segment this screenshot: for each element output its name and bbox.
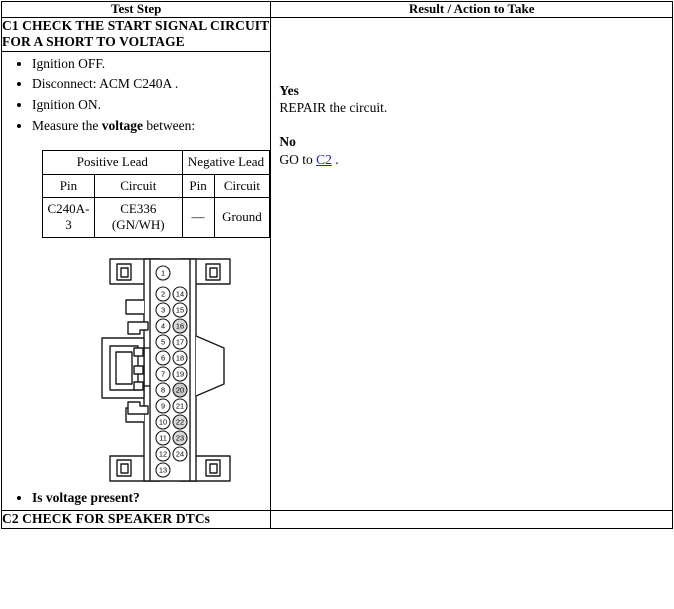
result-yes-label: Yes — [279, 82, 299, 98]
step-c1-question: Is voltage present? — [32, 490, 270, 507]
step-c1-title-row: C1 CHECK THE START SIGNAL CIRCUIT FOR A … — [0, 16, 673, 512]
column-header-result-action: Result / Action to Take — [270, 1, 673, 18]
step-c1-question-list: Is voltage present? — [2, 490, 270, 507]
pin-label-20: 20 — [176, 385, 184, 394]
result-no-text: GO to C2 . — [279, 151, 672, 169]
connector-right-wedge — [195, 334, 225, 397]
list-item: Measure the voltage between: — [32, 116, 270, 136]
pin-label-2: 2 — [161, 289, 165, 298]
pin-label-23: 23 — [176, 433, 184, 442]
step-c1-title: C1 CHECK THE START SIGNAL CIRCUIT FOR A … — [0, 16, 272, 52]
connector-illustration-container: 1 2 3 4 5 6 7 8 9 10 11 12 13 14 15 16 1… — [2, 238, 270, 484]
step-c2-title: C2 CHECK FOR SPEAKER DTCs — [0, 510, 272, 529]
connector-left-key-notch — [125, 298, 144, 315]
pin-label-15: 15 — [176, 305, 184, 314]
pin-label-18: 18 — [176, 353, 184, 362]
pin-label-11: 11 — [159, 433, 167, 442]
step-c2-result-cell — [270, 510, 673, 529]
pin-label-10: 10 — [159, 417, 167, 426]
result-no-label: No — [279, 134, 296, 150]
pin-table-container: Positive Lead Negative Lead Pin Circuit … — [2, 136, 271, 238]
pin-label-7: 7 — [161, 369, 165, 378]
pin-label-12: 12 — [159, 449, 167, 458]
pin-label-19: 19 — [176, 369, 184, 378]
connector-latch-core — [115, 350, 133, 385]
connector-bottom-right-slot-inner — [209, 462, 218, 474]
pin-table-group-positive: Positive Lead — [42, 150, 183, 175]
pin-table-col-pin-2: Pin — [181, 173, 215, 199]
pin-label-17: 17 — [176, 337, 184, 346]
pin-label-24: 24 — [176, 449, 184, 458]
diagnostic-table: Test Step Result / Action to Take C1 CHE… — [0, 1, 673, 529]
result-yes-text: REPAIR the circuit. — [279, 100, 388, 116]
result-spacer — [279, 117, 672, 133]
pin-label-21: 21 — [176, 401, 184, 410]
circuit-name: CE336 — [120, 201, 157, 217]
service-procedure-page: Test Step Result / Action to Take C1 CHE… — [0, 1, 674, 609]
pin-table-value-circuit-1: CE336 (GN/WH) — [93, 197, 183, 238]
pin-table-value-circuit-2: Ground — [213, 197, 271, 238]
pin-label-14: 14 — [176, 289, 184, 298]
result-no-suffix: . — [331, 151, 339, 167]
connector-top-left-slot-inner — [120, 266, 129, 278]
pin-label-16: 16 — [176, 321, 184, 330]
bullet-measure-pre: Measure the — [32, 117, 102, 133]
pin-label-8: 8 — [161, 385, 165, 394]
pin-table-col-circuit-2: Circuit — [213, 173, 271, 199]
connector-latch-nub-upper — [133, 346, 144, 357]
pin-label-5: 5 — [161, 337, 165, 346]
pin-label-1: 1 — [161, 268, 165, 277]
step-c1-bullet-list: Ignition OFF. Disconnect: ACM C240A . Ig… — [2, 54, 270, 135]
step-c1-title-result-cell: Yes REPAIR the circuit. No GO to C2 . — [270, 16, 673, 512]
pin-table-col-pin-1: Pin — [42, 173, 95, 199]
connector-latch-nub-middle — [133, 364, 144, 375]
connector-bottom-left-slot-inner — [120, 462, 129, 474]
step-c2-row: C2 CHECK FOR SPEAKER DTCs — [0, 510, 673, 529]
pin-label-13: 13 — [159, 465, 167, 474]
pin-table-value-pin-1: C240A-3 — [42, 197, 95, 238]
list-item: Disconnect: ACM C240A . — [32, 74, 270, 94]
pin-table-col-circuit-1: Circuit — [93, 173, 183, 199]
bullet-measure-post: between: — [142, 117, 196, 133]
pin-label-4: 4 — [161, 321, 165, 330]
pin-table-value-pin-2: — — [181, 197, 215, 238]
table-row: Positive Lead Negative Lead — [42, 150, 271, 175]
pin-label-3: 3 — [161, 305, 165, 314]
link-c2[interactable]: C2 — [316, 152, 332, 167]
pin-table-group-negative: Negative Lead — [181, 150, 271, 175]
pin-label-6: 6 — [161, 353, 165, 362]
step-c1-body: Ignition OFF. Disconnect: ACM C240A . Ig… — [0, 50, 272, 512]
lead-pin-table: Positive Lead Negative Lead Pin Circuit … — [42, 150, 271, 238]
circuit-color-code: (GN/WH) — [111, 216, 165, 232]
pin-label-9: 9 — [161, 401, 165, 410]
connector-latch-nub-lower — [133, 380, 144, 391]
table-row: C240A-3 CE336 (GN/WH) — Ground — [42, 197, 271, 238]
list-item: Ignition ON. — [32, 95, 270, 115]
result-no-prefix: GO to — [279, 151, 317, 167]
step-c1-result-block: Yes REPAIR the circuit. No GO to C2 . — [271, 18, 672, 168]
connector-c240a-diagram: 1 2 3 4 5 6 7 8 9 10 11 12 13 14 15 16 1… — [101, 257, 231, 482]
table-header-row: Test Step Result / Action to Take — [0, 1, 673, 18]
column-header-test-step: Test Step — [0, 1, 272, 18]
pin-label-22: 22 — [176, 417, 184, 426]
list-item: Ignition OFF. — [32, 54, 270, 74]
connector-top-right-slot-inner — [209, 266, 218, 278]
table-row: Pin Circuit Pin Circuit — [42, 173, 271, 199]
bullet-measure-bold: voltage — [101, 117, 143, 133]
